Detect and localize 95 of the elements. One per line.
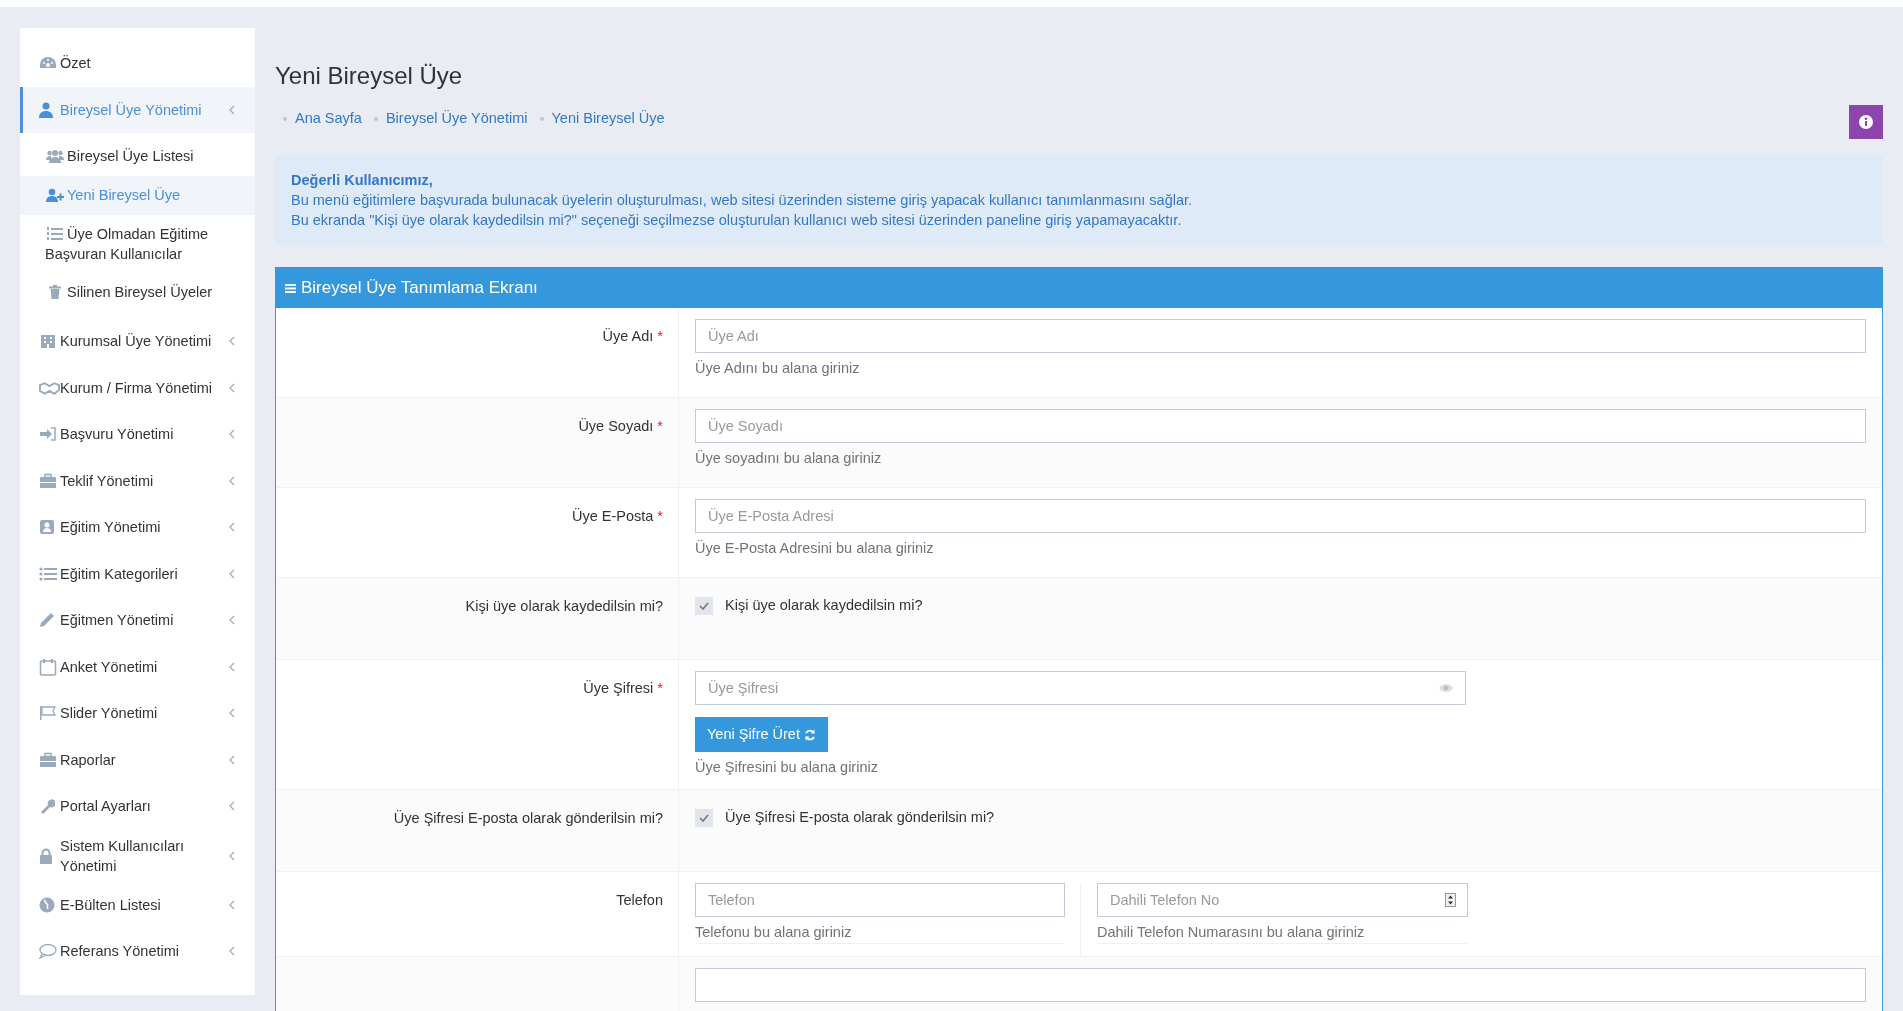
field-label: Üye Adı	[602, 328, 654, 344]
help-text: Dahili Telefon Numarasını bu alana giriniz	[1097, 922, 1467, 944]
checkbox[interactable]	[695, 596, 713, 615]
field-label: Telefon	[616, 892, 663, 908]
chevron-icon	[229, 850, 235, 861]
sign-in-icon	[39, 426, 57, 443]
required-mark: *	[657, 418, 663, 434]
list-icon	[39, 566, 57, 581]
info-button[interactable]	[1849, 105, 1883, 139]
menu-icon	[285, 282, 296, 293]
check-icon	[699, 601, 709, 610]
submenu-item[interactable]: Silinen Bireysel Üyeler	[20, 273, 255, 312]
check-icon	[699, 813, 709, 822]
building-icon	[39, 333, 57, 350]
input-field[interactable]: Üye Soyadı	[695, 409, 1866, 443]
field-label: Üye Şifresi	[583, 680, 654, 696]
chevron-icon	[229, 475, 235, 486]
input-field[interactable]	[695, 968, 1866, 1002]
trash-icon	[49, 285, 61, 299]
chevron-icon	[229, 946, 235, 957]
help-text: Telefonu bu alana giriniz	[695, 922, 1064, 944]
chevron-icon	[229, 899, 235, 910]
page-title: Yeni Bireysel Üye	[275, 61, 464, 91]
sidebar-item[interactable]: Eğitim Yönetimi	[20, 504, 255, 551]
alert-text: Bu menü eğitimlere başvurada bulunacak üyelerin oluşturulması, web sitesi üzerinden sisteme giriş yapacak kullanıcı tanımlanmasını sağlar.	[291, 191, 1194, 210]
sidebar-item[interactable]: E-Bülten Listesi	[20, 881, 255, 928]
sidebar-item[interactable]: Teklif Yönetimi	[20, 457, 255, 504]
chevron-icon	[229, 429, 235, 440]
refresh-icon	[803, 728, 816, 741]
chevron-icon	[229, 615, 235, 626]
chevron-icon	[229, 336, 235, 347]
breadcrumb-link[interactable]: Yeni Bireysel Üye	[551, 108, 665, 130]
breadcrumb-link[interactable]: Bireysel Üye Yönetimi	[385, 108, 528, 130]
chevron-icon	[229, 104, 235, 115]
sidebar-item[interactable]: Eğitim Kategorileri	[20, 550, 255, 597]
sidebar-item[interactable]: Raporlar	[20, 736, 255, 783]
sidebar-item[interactable]: Slider Yönetimi	[20, 690, 255, 737]
help-text: Üye E-Posta Adresini bu alana giriniz	[695, 539, 935, 558]
chevron-icon	[229, 754, 235, 765]
chevron-icon	[229, 382, 235, 393]
field-label: Üye Şifresi E-posta olarak gönderilsin mi?	[393, 810, 663, 826]
user-icon	[39, 101, 53, 118]
chevron-icon	[229, 801, 235, 812]
bullet-icon	[283, 116, 287, 121]
chevron-icon	[229, 568, 235, 579]
sidebar-item[interactable]: Başvuru Yönetimi	[20, 411, 255, 458]
bullet-icon	[539, 116, 544, 121]
sidebar-item[interactable]: Eğitmen Yönetimi	[20, 597, 255, 644]
sidebar-item[interactable]: Sistem Kullanıcıları Yönetimi	[20, 829, 255, 882]
submenu-item[interactable]: Bireysel Üye Listesi	[20, 137, 255, 176]
required-mark: *	[657, 508, 663, 524]
briefcase-icon	[39, 751, 57, 768]
spinner-icon[interactable]	[1445, 893, 1456, 907]
sidebar-item[interactable]: Portal Ayarları	[20, 783, 255, 830]
chevron-icon	[229, 708, 235, 719]
alert-title: Değerli Kullanıcımız,	[291, 171, 434, 190]
field-label: Üye E-Posta	[571, 508, 654, 524]
required-mark: *	[657, 328, 663, 344]
checkbox[interactable]	[695, 808, 713, 827]
user-plus-icon	[46, 188, 64, 202]
briefcase-icon	[39, 472, 57, 489]
help-text: Üye Adını bu alana giriniz	[695, 359, 861, 378]
field-label: Kişi üye olarak kaydedilsin mi?	[465, 598, 663, 614]
help-text: Üye Şifresini bu alana giriniz	[695, 758, 879, 777]
numbered-list-icon	[47, 227, 63, 241]
checkbox-label: Kişi üye olarak kaydedilsin mi?	[725, 596, 923, 615]
users-icon	[46, 149, 64, 163]
sidebar-item[interactable]: Kurumsal Üye Yönetimi	[20, 318, 255, 365]
panel-title: Bireysel Üye Tanımlama Ekranı	[301, 276, 538, 299]
sidebar-item[interactable]: Referans Yönetimi	[20, 928, 255, 975]
info-icon	[1859, 115, 1873, 129]
alert-text: Bu ekranda "Kişi üye olarak kaydedilsin mi?" seçeneği seçilmezse oluşturulan kullanıcı web sitesi üzerinden paneline giriş yapamayacaktır.	[291, 211, 1183, 230]
input-field[interactable]: Telefon	[695, 883, 1065, 917]
sidebar-item[interactable]: Özet	[20, 40, 255, 87]
calendar-icon	[39, 657, 57, 676]
flag-icon	[39, 705, 57, 722]
chevron-icon	[229, 661, 235, 672]
chevron-icon	[229, 522, 235, 533]
contact-card-icon	[39, 519, 55, 536]
required-mark: *	[657, 680, 663, 696]
input-field[interactable]: Üye Adı	[695, 319, 1866, 353]
speech-bubble-icon	[39, 943, 57, 960]
breadcrumb-link[interactable]: Ana Sayfa	[295, 108, 362, 130]
password-field[interactable]: Üye Şifresi	[695, 671, 1466, 705]
checkbox-label: Üye Şifresi E-posta olarak gönderilsin mi?	[725, 808, 995, 827]
input-field[interactable]: Üye E-Posta Adresi	[695, 499, 1866, 533]
help-text: Üye soyadını bu alana giriniz	[695, 449, 883, 468]
bullet-icon	[373, 116, 378, 121]
sidebar-item[interactable]: Kurum / Firma Yönetimi	[20, 364, 255, 411]
lock-icon	[39, 847, 53, 864]
number-field[interactable]: Dahili Telefon No	[1097, 883, 1468, 917]
pencil-icon	[39, 612, 55, 629]
field-label: Üye Soyadı	[578, 418, 654, 434]
sidebar-item[interactable]: Anket Yönetimi	[20, 643, 255, 690]
submenu-item[interactable]: Üye Olmadan Eğitime Başvuran Kullanıcılar	[20, 215, 255, 273]
